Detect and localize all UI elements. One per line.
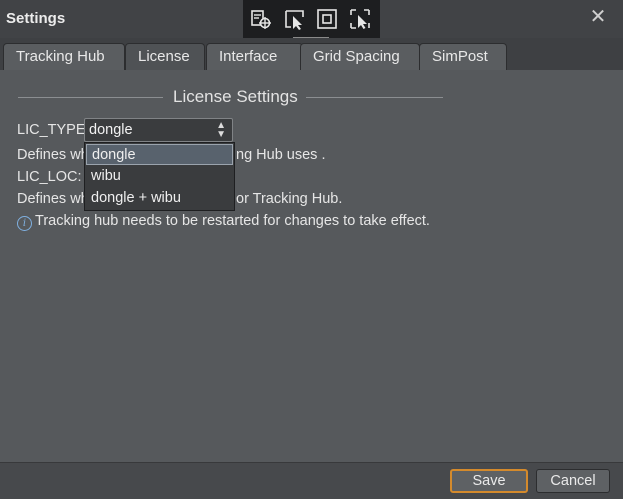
lic-type-value: dongle: [89, 122, 133, 138]
tab-label: License: [138, 48, 190, 65]
updown-arrow-icon: ▲ ▼: [216, 120, 226, 140]
lic-type-select[interactable]: dongle ▲ ▼: [84, 118, 233, 142]
lic-type-dropdown-list: dongle wibu dongle + wibu: [84, 142, 235, 211]
section-divider-left: [18, 97, 163, 98]
info-icon: i: [17, 216, 32, 231]
restart-note: i Tracking hub needs to be restarted for …: [17, 213, 430, 231]
tab-label: Interface: [219, 48, 278, 65]
lic-loc-description-end: or Tracking Hub.: [236, 191, 343, 207]
tab-interface[interactable]: Interface: [206, 43, 303, 70]
tab-strip: Tracking Hub License Interface Grid Spac…: [0, 38, 623, 70]
restart-note-text: Tracking hub needs to be restarted for c…: [35, 213, 430, 229]
dropdown-option-dongle-wibu[interactable]: dongle + wibu: [86, 188, 233, 209]
tab-tracking-hub[interactable]: Tracking Hub: [3, 43, 125, 70]
license-panel: License Settings LIC_TYPE: dongle ▲ ▼ Def…: [0, 70, 623, 462]
lic-loc-label: LIC_LOC:: [17, 169, 82, 185]
dropdown-option-dongle[interactable]: dongle: [86, 144, 233, 165]
section-title: License Settings: [173, 87, 298, 106]
tab-grid-spacing[interactable]: Grid Spacing: [300, 43, 420, 70]
lic-type-description-start: Defines wh: [17, 147, 89, 163]
tab-label: Grid Spacing: [313, 48, 400, 65]
cancel-button[interactable]: Cancel: [536, 469, 610, 493]
window-title: Settings: [6, 10, 66, 27]
tab-simpost[interactable]: SimPost: [419, 43, 507, 70]
section-divider-right: [306, 97, 443, 98]
select-pointer-icon[interactable]: [283, 7, 307, 31]
save-button[interactable]: Save: [450, 469, 528, 493]
settings-target-icon[interactable]: [249, 7, 273, 31]
settings-window: Settings ✕ Tracking Hub License Interfac…: [0, 0, 623, 499]
select-region-icon[interactable]: [348, 7, 372, 31]
dialog-footer: Save Cancel: [0, 462, 623, 499]
dropdown-option-wibu[interactable]: wibu: [86, 166, 233, 187]
tab-label: SimPost: [432, 48, 488, 65]
tab-label: Tracking Hub: [16, 48, 105, 65]
tab-license[interactable]: License: [125, 43, 205, 70]
close-icon[interactable]: ✕: [587, 6, 609, 28]
lic-type-label: LIC_TYPE:: [17, 122, 90, 138]
lic-loc-description-start: Defines wh: [17, 191, 89, 207]
frame-icon[interactable]: [315, 7, 339, 31]
lic-type-description-end: ng Hub uses .: [236, 147, 326, 163]
